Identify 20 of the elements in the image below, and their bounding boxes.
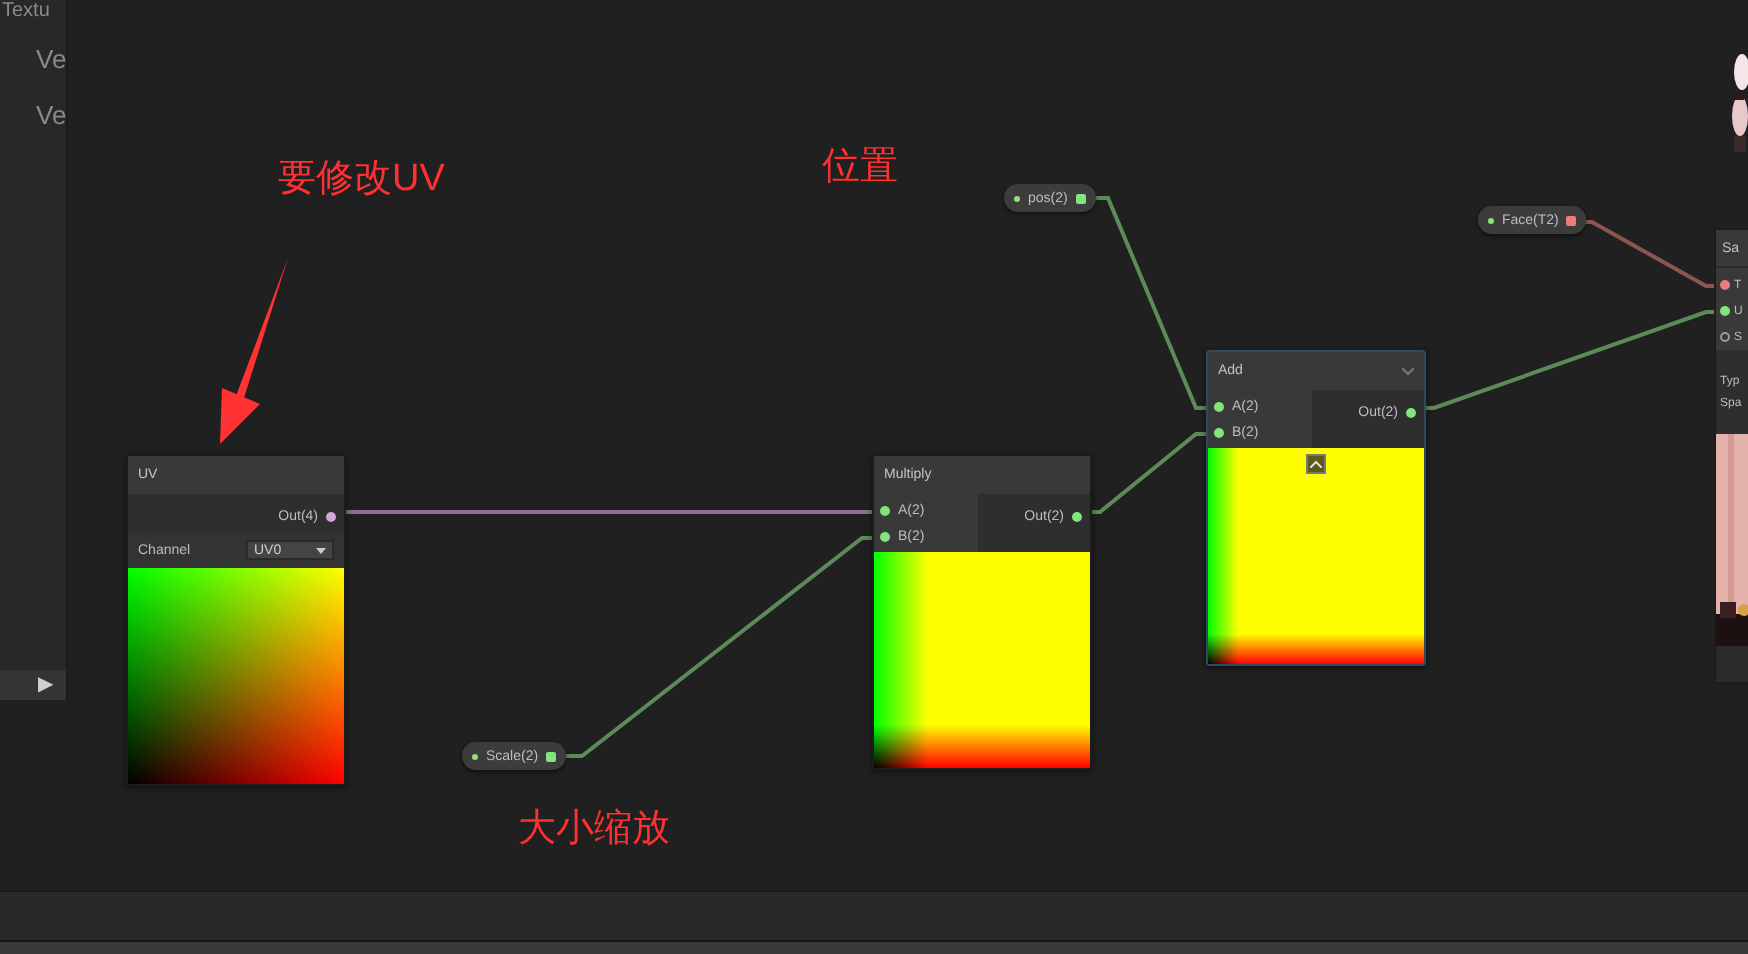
port-dot[interactable] [1214,401,1224,411]
port-dot[interactable] [880,505,890,515]
port-dot[interactable] [1720,332,1730,342]
port-dot[interactable] [880,531,890,541]
annotation-text: 要修改UV [278,156,445,204]
panel-item[interactable]: Textu [0,0,66,24]
port-dot[interactable] [1214,427,1224,437]
panel-item[interactable]: Ve [0,96,66,136]
annotation-text: 大小缩放 [518,806,670,854]
port-dot[interactable] [1720,306,1730,316]
panel-item[interactable]: Ve [0,40,66,80]
chevron-down-icon[interactable] [1402,367,1414,375]
port-dot[interactable] [1072,511,1082,521]
annotation-text: 位置 [822,144,898,192]
expand-button[interactable]: ▶ [38,675,54,695]
port-dot[interactable] [1720,280,1730,290]
caret-icon [316,547,326,553]
port-dot[interactable] [326,511,336,521]
port-dot[interactable] [1406,407,1416,417]
collapse-button[interactable] [1306,454,1326,474]
